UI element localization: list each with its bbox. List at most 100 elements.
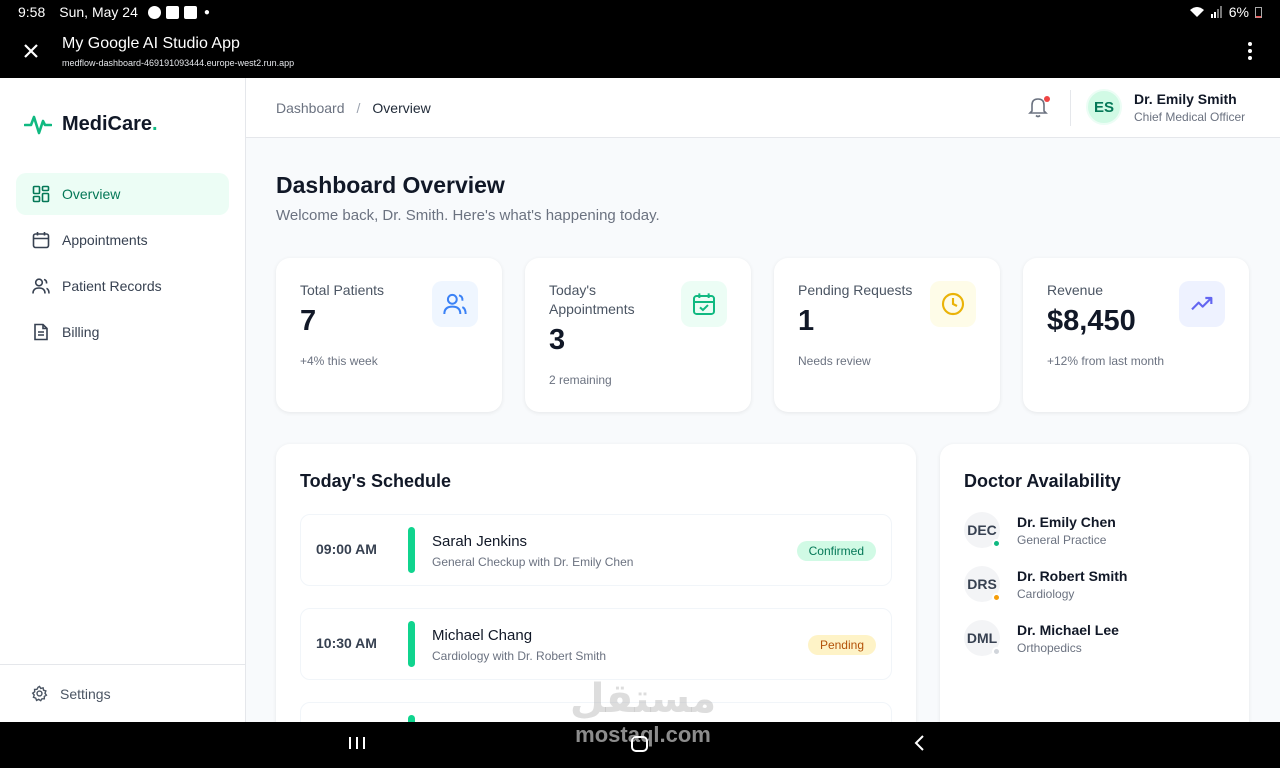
app-title: My Google AI Studio App — [62, 34, 240, 52]
home-icon — [631, 736, 648, 752]
file-icon — [34, 323, 48, 341]
schedule-patient: Sarah Jenkins — [432, 533, 528, 550]
doctor-avatar: DEC — [964, 512, 1001, 548]
sidebar-item-overview[interactable]: Overview — [16, 173, 229, 215]
kebab-dot-icon — [1248, 42, 1252, 46]
stat-label: Today's Appointments — [549, 282, 635, 317]
stat-label: Revenue — [1047, 282, 1104, 298]
status-badge: Confirmed — [796, 541, 876, 561]
close-button[interactable] — [0, 43, 62, 59]
kebab-dot-icon — [1248, 56, 1252, 60]
doctor-item[interactable]: DRS Dr. Robert Smith Cardiology — [964, 566, 1127, 602]
battery-icon — [1255, 7, 1262, 18]
app-url: medflow-dashboard-469191093444.europe-we… — [62, 57, 295, 68]
breadcrumb-current: Overview — [372, 99, 431, 116]
breadcrumb-separator: / — [356, 99, 361, 116]
gear-icon — [31, 685, 48, 702]
status-dot-busy — [992, 593, 1001, 602]
brand-logo[interactable]: MediCare. — [0, 78, 245, 148]
availability-title: Doctor Availability — [964, 471, 1121, 491]
back-icon — [914, 735, 924, 751]
user-profile[interactable]: ES Dr. Emily Smith Chief Medical Officer — [1086, 89, 1245, 125]
schedule-time: 10:30 AM — [316, 635, 377, 651]
doctor-name: Dr. Robert Smith — [1017, 567, 1128, 584]
breadcrumb: Dashboard / Overview — [276, 100, 431, 116]
stat-card-revenue: Revenue $8,450 +12% from last month — [1023, 258, 1249, 412]
stat-value: 3 — [549, 324, 566, 356]
doctor-specialty: General Practice — [1017, 532, 1107, 547]
breadcrumb-dashboard[interactable]: Dashboard — [276, 100, 345, 116]
recent-apps-button[interactable] — [348, 733, 366, 758]
user-name: Dr. Emily Smith — [1134, 90, 1237, 107]
stat-icon-box — [1179, 281, 1225, 327]
schedule-accent-bar — [408, 527, 415, 573]
grid-icon — [32, 185, 50, 203]
header-divider — [1070, 90, 1071, 126]
stat-foot: Needs review — [798, 354, 871, 368]
stat-value: $8,450 — [1047, 305, 1136, 337]
stat-foot: +12% from last month — [1047, 354, 1165, 368]
schedule-time: 09:00 AM — [316, 541, 377, 557]
schedule-patient: Michael Chang — [432, 627, 533, 644]
heartbeat-icon — [24, 115, 52, 135]
status-dot-online — [992, 539, 1001, 548]
stat-card-pending-requests: Pending Requests 1 Needs review — [774, 258, 1000, 412]
stat-label: Pending Requests — [798, 282, 913, 298]
schedule-row[interactable]: 10:30 AM Michael Chang Cardiology with D… — [300, 608, 892, 680]
schedule-accent-bar — [408, 621, 415, 667]
doctor-item[interactable]: DEC Dr. Emily Chen General Practice — [964, 512, 1116, 548]
sidebar-item-label: Billing — [62, 324, 100, 340]
status-date: Sun, May 24 — [59, 4, 138, 20]
availability-panel: Doctor Availability DEC Dr. Emily Chen G… — [940, 444, 1249, 722]
status-time: 9:58 — [18, 4, 46, 20]
sidebar-item-billing[interactable]: Billing — [16, 311, 229, 353]
settings-link[interactable]: Settings — [0, 664, 245, 722]
doctor-avatar: DRS — [964, 566, 1001, 602]
schedule-desc: General Checkup with Dr. Emily Chen — [432, 555, 634, 569]
sidebar: MediCare. Overview Appointments Patient … — [0, 78, 246, 722]
status-dot-offline — [992, 647, 1001, 656]
app-bar: My Google AI Studio App medflow-dashboar… — [0, 24, 1280, 78]
notifications-button[interactable] — [1028, 96, 1050, 123]
clock-icon — [941, 292, 965, 316]
stat-value: 7 — [300, 305, 317, 337]
schedule-desc: Cardiology with Dr. Robert Smith — [432, 649, 607, 663]
calendar-icon — [32, 232, 50, 249]
status-bar: 9:58 Sun, May 24 ● 6% — [0, 0, 1280, 24]
calendar-check-icon — [693, 293, 715, 315]
stat-value: 1 — [798, 305, 815, 337]
avatar: ES — [1086, 89, 1122, 125]
wifi-icon — [1189, 7, 1204, 17]
sidebar-item-patient-records[interactable]: Patient Records — [16, 265, 229, 307]
image-icon — [165, 5, 179, 19]
doctor-avatar: DML — [964, 620, 1001, 656]
stat-icon-box — [930, 281, 976, 327]
sidebar-item-label: Appointments — [62, 232, 148, 248]
stat-card-todays-appointments: Today's Appointments 3 2 remaining — [525, 258, 751, 412]
schedule-row[interactable] — [300, 702, 892, 722]
youtube-icon — [183, 5, 197, 19]
trending-up-icon — [1191, 296, 1213, 311]
more-dot-icon: ● — [203, 6, 210, 18]
schedule-panel: Today's Schedule 09:00 AM Sarah Jenkins … — [276, 444, 916, 722]
stat-icon-box — [432, 281, 478, 327]
doctor-name: Dr. Michael Lee — [1017, 621, 1119, 638]
doctor-item[interactable]: DML Dr. Michael Lee Orthopedics — [964, 620, 1119, 656]
user-role: Chief Medical Officer — [1134, 109, 1246, 124]
stat-label: Total Patients — [300, 282, 385, 298]
sidebar-item-appointments[interactable]: Appointments — [16, 219, 229, 261]
back-button[interactable] — [912, 733, 928, 758]
users-icon — [32, 278, 50, 294]
soccer-icon — [147, 5, 161, 19]
page-subtitle: Welcome back, Dr. Smith. Here's what's h… — [276, 207, 660, 224]
more-options-button[interactable] — [1220, 42, 1280, 60]
schedule-accent-bar — [408, 715, 415, 722]
schedule-row[interactable]: 09:00 AM Sarah Jenkins General Checkup w… — [300, 514, 892, 586]
notification-dot — [1044, 96, 1050, 102]
system-nav-bar — [0, 722, 1280, 768]
home-button[interactable] — [630, 733, 650, 758]
page-title: Dashboard Overview — [276, 172, 505, 198]
battery-level: 6% — [1228, 4, 1249, 20]
signal-icon — [1210, 6, 1222, 18]
stat-foot: +4% this week — [300, 354, 378, 368]
